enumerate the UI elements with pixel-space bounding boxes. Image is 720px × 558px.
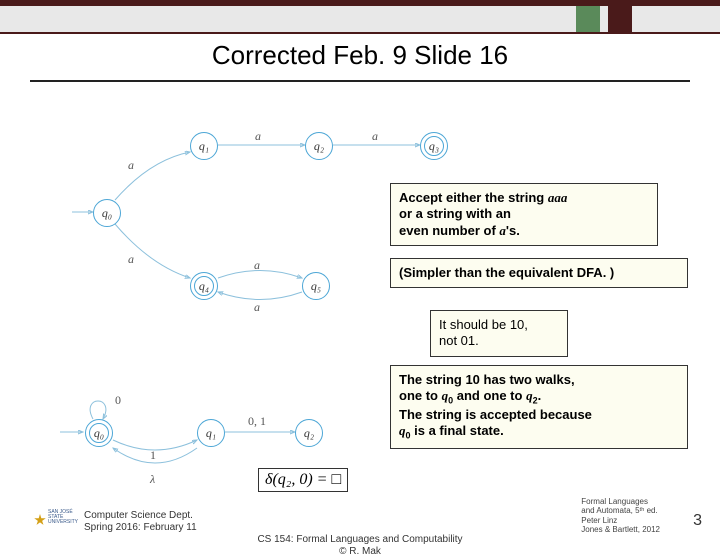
sjsu-logo: SAN JOSÉ STATE UNIVERSITY [34,510,76,534]
label-0: 0 [115,393,121,408]
text: The string [399,372,465,387]
text: one to [399,388,442,403]
label-lambda: λ [150,472,155,487]
page-number: 3 [693,512,702,530]
accent-maroon [608,6,632,32]
text: . [538,388,542,403]
text: not 01. [439,333,479,348]
label-a: a [372,129,378,144]
state-q2-bot: q₂ [295,419,323,447]
state-q1-top: q₁ [190,132,218,160]
state-q5-top: q₅ [302,272,330,300]
ref3: Peter Linz [581,516,617,525]
text: and one to [453,388,526,403]
text: 's. [506,223,520,238]
ref2: and Automata, 5ᵗʰ ed. [581,506,657,515]
box-correction: It should be 10, not 01. [430,310,568,357]
state-q4-top: q₄ [190,272,218,300]
text: 10 [465,372,479,387]
ref4: Jones & Bartlett, 2012 [581,525,660,534]
state-q3-top: q₃ [420,132,448,160]
slide-title: Corrected Feb. 9 Slide 16 [0,40,720,71]
text: It should be 10, [439,317,528,332]
footer-center: CS 154: Formal Languages and Computabili… [0,534,720,558]
label-01: 0, 1 [248,414,266,429]
text: or a string with an [399,206,511,221]
text: Accept either the string [399,190,548,205]
text: is a final state. [411,423,504,438]
state-q0-bot: q₀ [85,419,113,447]
text-ital: aaa [548,190,568,205]
label-a: a [128,252,134,267]
state-q2-top: q₂ [305,132,333,160]
label-a: a [254,258,260,273]
slide-top-border [0,0,720,34]
label-a: a [128,158,134,173]
box-simpler: (Simpler than the equivalent DFA. ) [390,258,688,288]
box-accept: Accept either the string aaa or a string… [390,183,658,246]
accent-green [576,6,600,32]
logo-text: SAN JOSÉ STATE UNIVERSITY [48,510,78,525]
text: even number of [399,223,499,238]
state-q1-bot: q₁ [197,419,225,447]
text: has two walks, [480,372,575,387]
footer-left: Computer Science Dept. Spring 2016: Febr… [84,510,197,534]
dept-line1: Computer Science Dept. [84,510,193,521]
label-1: 1 [150,448,156,463]
equation-text: δ(q₂, 0) = □ [265,471,341,488]
label-a: a [254,300,260,315]
text: The string is accepted because [399,407,592,422]
text: (Simpler than the equivalent DFA. ) [399,265,614,280]
sun-icon [34,514,46,526]
label-a: a [255,129,261,144]
box-walks: The string 10 has two walks, one to q0 a… [390,365,688,449]
ref1: Formal Languages [581,497,648,506]
dept-line2: Spring 2016: February 11 [84,522,197,533]
equation-box: δ(q₂, 0) = □ [258,468,348,492]
state-q0-top: q₀ [93,199,121,227]
title-underline [30,80,690,82]
copyright-line: © R. Mak [339,546,381,557]
footer-reference: Formal Languages and Automata, 5ᵗʰ ed. P… [581,497,660,534]
